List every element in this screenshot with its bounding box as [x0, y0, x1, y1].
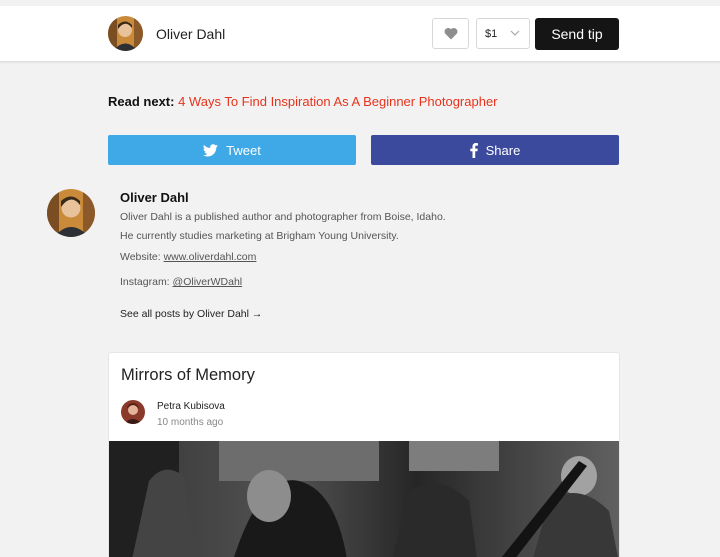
read-next: Read next: 4 Ways To Find Inspiration As… — [108, 94, 498, 109]
post-card[interactable]: Mirrors of Memory Petra Kubisova 10 mont… — [108, 352, 620, 557]
top-bar: Oliver Dahl $1 Send tip — [0, 6, 720, 62]
facebook-share-button[interactable]: Share — [371, 135, 619, 165]
bio-instagram: Instagram: @OliverWDahl — [120, 276, 242, 288]
post-card-time: 10 months ago — [157, 417, 224, 428]
post-card-author[interactable]: Petra Kubisova — [157, 401, 225, 412]
bio-avatar[interactable] — [47, 189, 95, 237]
tweet-button[interactable]: Tweet — [108, 135, 356, 165]
chevron-down-icon — [510, 30, 520, 36]
post-card-image[interactable] — [109, 441, 619, 557]
website-link[interactable]: www.oliverdahl.com — [164, 251, 257, 263]
instagram-link[interactable]: @OliverWDahl — [173, 276, 243, 288]
website-label: Website: — [120, 251, 161, 263]
twitter-icon — [203, 143, 218, 156]
tweet-label: Tweet — [226, 142, 261, 158]
read-next-label: Read next: — [108, 94, 175, 109]
facebook-icon — [469, 142, 478, 158]
send-tip-button[interactable]: Send tip — [535, 18, 619, 50]
like-button[interactable] — [432, 18, 469, 49]
bio-author-name[interactable]: Oliver Dahl — [120, 190, 189, 205]
post-card-title[interactable]: Mirrors of Memory — [121, 366, 255, 385]
bio-line-2: He currently studies marketing at Brigha… — [120, 230, 399, 242]
post-card-avatar[interactable] — [121, 400, 145, 424]
author-avatar[interactable] — [108, 16, 143, 51]
see-all-posts-link[interactable]: See all posts by Oliver Dahl → — [120, 308, 262, 320]
tip-amount-select[interactable]: $1 — [476, 18, 530, 49]
bio-line-1: Oliver Dahl is a published author and ph… — [120, 211, 446, 223]
share-label: Share — [485, 142, 521, 158]
author-name[interactable]: Oliver Dahl — [156, 26, 225, 42]
instagram-label: Instagram: — [120, 276, 170, 288]
heart-icon — [444, 27, 457, 40]
tip-amount-value: $1 — [485, 27, 498, 40]
bio-website: Website: www.oliverdahl.com — [120, 251, 256, 263]
read-next-link[interactable]: 4 Ways To Find Inspiration As A Beginner… — [178, 94, 497, 109]
